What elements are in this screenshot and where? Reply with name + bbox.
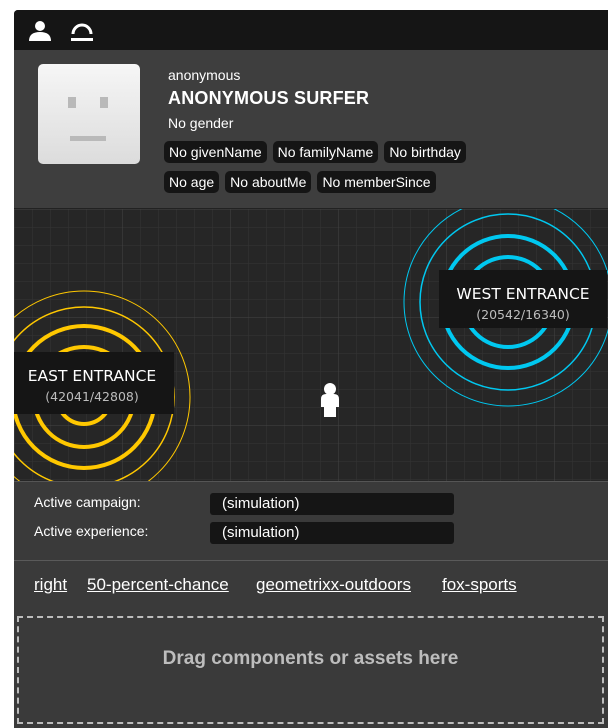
- drop-zone-text: Drag components or assets here: [162, 648, 459, 669]
- map-canvas[interactable]: EAST ENTRANCE (42041/42808) WEST ENTRANC…: [14, 209, 608, 481]
- avatar: [38, 64, 140, 164]
- east-entrance-coords: (42041/42808): [45, 389, 139, 404]
- avatar-mouth: [70, 136, 106, 141]
- tag-given-name: No givenName: [164, 141, 267, 163]
- location-map[interactable]: EAST ENTRANCE (42041/42808) WEST ENTRANC…: [14, 208, 608, 482]
- toolbar: [14, 10, 608, 50]
- profile-display-name: ANONYMOUS SURFER: [168, 88, 370, 108]
- tag-age: No age: [164, 171, 220, 193]
- profile-tags-row-2: No age No aboutMe No memberSince: [164, 171, 604, 193]
- segments-list: right 50-percent-chance geometrixx-outdo…: [14, 561, 608, 613]
- west-entrance-label: WEST ENTRANCE: [456, 285, 589, 303]
- active-experience-label: Active experience:: [34, 523, 149, 539]
- segment-link-geometrixx-outdoors[interactable]: geometrixx-outdoors: [256, 575, 411, 595]
- tag-family-name: No familyName: [272, 141, 379, 163]
- segment-link-right[interactable]: right: [34, 575, 67, 595]
- profile-tags-row-1: No givenName No familyName No birthday: [164, 141, 604, 163]
- profile-username: anonymous: [168, 67, 241, 83]
- active-campaign-select[interactable]: (simulation): [210, 493, 454, 515]
- active-experience-select[interactable]: (simulation): [210, 522, 454, 544]
- tag-about-me: No aboutMe: [225, 171, 312, 193]
- segment-link-50-percent-chance[interactable]: 50-percent-chance: [87, 575, 229, 595]
- campaign-section: Active campaign: (simulation) Active exp…: [14, 482, 608, 561]
- avatar-eye-left: [68, 97, 76, 108]
- drop-zone[interactable]: Drag components or assets here: [17, 616, 604, 724]
- tag-member-since: No memberSince: [317, 171, 436, 193]
- logout-icon[interactable]: [68, 20, 96, 42]
- client-context-panel: anonymous ANONYMOUS SURFER No gender No …: [14, 10, 608, 728]
- tag-birthday: No birthday: [384, 141, 466, 163]
- east-entrance-marker[interactable]: EAST ENTRANCE (42041/42808): [14, 352, 174, 414]
- west-entrance-marker[interactable]: WEST ENTRANCE (20542/16340): [439, 270, 607, 328]
- segment-link-fox-sports[interactable]: fox-sports: [442, 575, 517, 595]
- profile-section: anonymous ANONYMOUS SURFER No gender No …: [14, 50, 608, 208]
- east-entrance-label: EAST ENTRANCE: [28, 367, 156, 385]
- west-entrance-coords: (20542/16340): [476, 307, 570, 322]
- user-icon[interactable]: [26, 20, 54, 42]
- profile-gender: No gender: [168, 115, 234, 131]
- avatar-eye-right: [100, 97, 108, 108]
- active-campaign-label: Active campaign:: [34, 494, 141, 510]
